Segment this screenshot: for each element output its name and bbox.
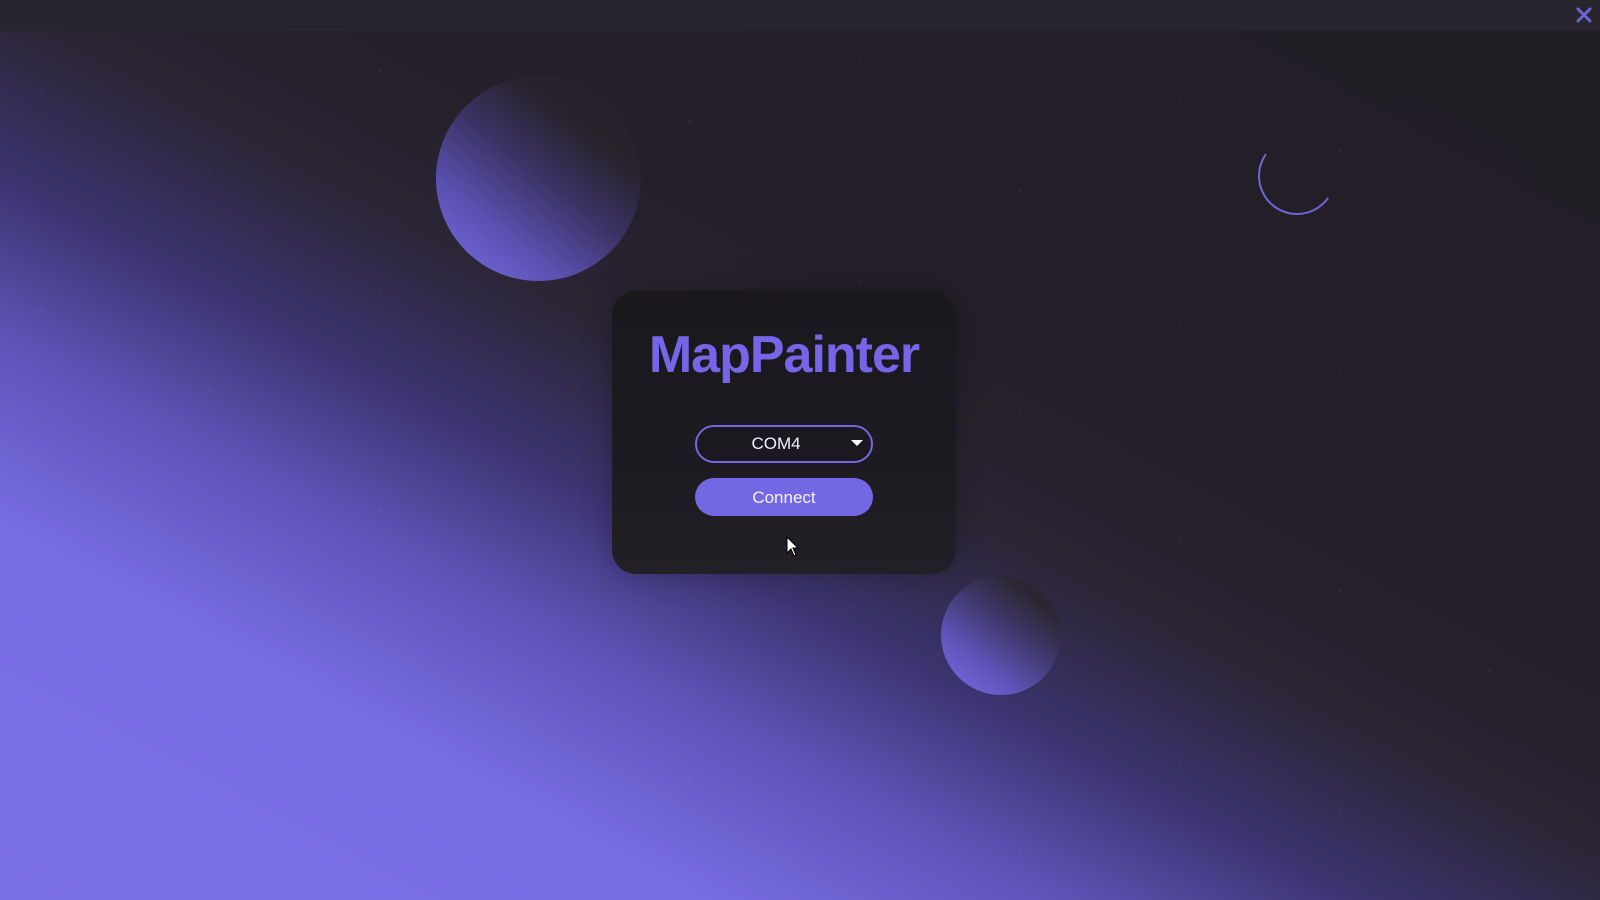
port-dropdown[interactable]: COM4 xyxy=(695,425,873,463)
title-bar xyxy=(0,0,1600,31)
mouse-pointer-icon xyxy=(786,536,800,557)
planet-small xyxy=(941,575,1061,695)
close-icon xyxy=(1576,7,1592,23)
port-selected-value: COM4 xyxy=(751,434,801,453)
app-title: MapPainter xyxy=(648,326,920,384)
close-button[interactable] xyxy=(1572,3,1596,27)
planet-large xyxy=(436,76,641,281)
chevron-down-icon xyxy=(851,440,863,446)
connect-card: MapPainter COM4 Connect xyxy=(612,291,956,574)
app-window: MapPainter COM4 Connect xyxy=(0,0,1600,900)
connect-button[interactable]: Connect xyxy=(695,478,873,516)
